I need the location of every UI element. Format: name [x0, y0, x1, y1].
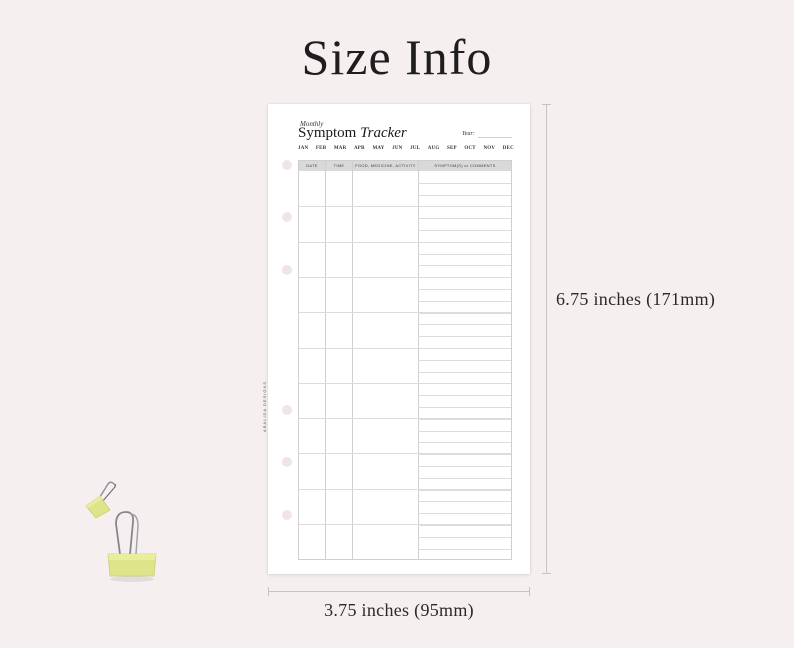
comment-line [418, 466, 511, 467]
title-plain: Symptom [298, 125, 361, 141]
comment-line [418, 548, 511, 550]
month-label: JUL [410, 146, 421, 151]
column-header-food: FOOD, MEDICINE, ACTIVITY [353, 161, 418, 171]
comment-line [418, 218, 511, 220]
comment-line [418, 383, 511, 385]
width-dimension-label: 3.75 inches (95mm) [324, 600, 474, 620]
month-label: AUG [427, 146, 440, 151]
comment-line [418, 182, 511, 184]
column-header-symptoms: SYMPTOM(S) or COMMENTS [419, 161, 511, 171]
height-dimension-label: 6.75 inches (171mm) [556, 289, 716, 309]
month-label: JAN [298, 146, 309, 151]
punch-hole [282, 265, 292, 275]
size-info-heading: Size Info [301, 29, 493, 85]
comment-line [418, 477, 511, 479]
comment-line [418, 359, 511, 361]
comment-line [418, 324, 511, 326]
month-label: JUN [392, 146, 403, 151]
month-label: NOV [483, 146, 496, 151]
month-label: DEC [502, 146, 514, 151]
comment-line [418, 289, 511, 290]
comment-line [418, 241, 511, 243]
brand-label: ARALIDA DESIGNS [262, 380, 267, 432]
planner-insert-page: ARALIDA DESIGNS Monthly Symptom Tracker … [262, 104, 530, 574]
dimension-cap [268, 587, 269, 596]
comment-line [418, 501, 511, 503]
month-label: FEB [315, 146, 327, 151]
comment-line [418, 312, 511, 314]
column-divider [352, 161, 353, 559]
month-label: MAY [372, 146, 385, 151]
punch-hole [282, 212, 292, 222]
comment-line [418, 454, 511, 456]
comment-line [418, 418, 511, 420]
comment-line [418, 253, 511, 255]
dimension-cap [542, 573, 551, 574]
column-header-date: DATE [299, 161, 325, 171]
column-header-time: TIME [326, 161, 352, 171]
comment-line [418, 230, 511, 231]
punch-hole [282, 510, 292, 520]
comment-line [418, 265, 511, 267]
tracker-table: DATE TIME FOOD, MEDICINE, ACTIVITY SYMPT… [298, 160, 512, 560]
comment-line [418, 371, 511, 373]
comment-line [418, 430, 511, 432]
month-label: MAR [333, 146, 347, 151]
month-label: OCT [464, 146, 476, 151]
comment-line [418, 336, 511, 338]
large-binder-clip-icon [107, 511, 157, 582]
title-italic: Tracker [360, 125, 407, 141]
comment-line [418, 277, 511, 279]
punch-hole [282, 405, 292, 415]
month-label: SEP [447, 146, 457, 151]
dimension-cap [529, 587, 530, 596]
year-label: Year: [462, 131, 475, 137]
comment-line [418, 442, 511, 444]
width-dimension-line [268, 587, 530, 596]
year-line [478, 137, 512, 138]
comment-line [418, 194, 511, 196]
dimension-cap [542, 104, 551, 105]
comment-line [418, 513, 511, 515]
column-divider [325, 161, 326, 559]
punch-hole [282, 457, 292, 467]
page-title: Symptom Tracker [298, 125, 407, 142]
comment-line [418, 206, 511, 208]
comment-line [418, 536, 511, 538]
height-dimension-line [542, 104, 551, 574]
comment-line [418, 407, 511, 408]
month-row: JAN FEB MAR APR MAY JUN JUL AUG SEP OCT … [298, 146, 514, 151]
comment-line [418, 525, 511, 526]
comment-line [418, 348, 511, 349]
comment-line [418, 489, 511, 491]
comment-line [418, 395, 511, 397]
month-label: APR [353, 146, 365, 151]
punch-hole [282, 160, 292, 170]
comment-line [418, 300, 511, 302]
